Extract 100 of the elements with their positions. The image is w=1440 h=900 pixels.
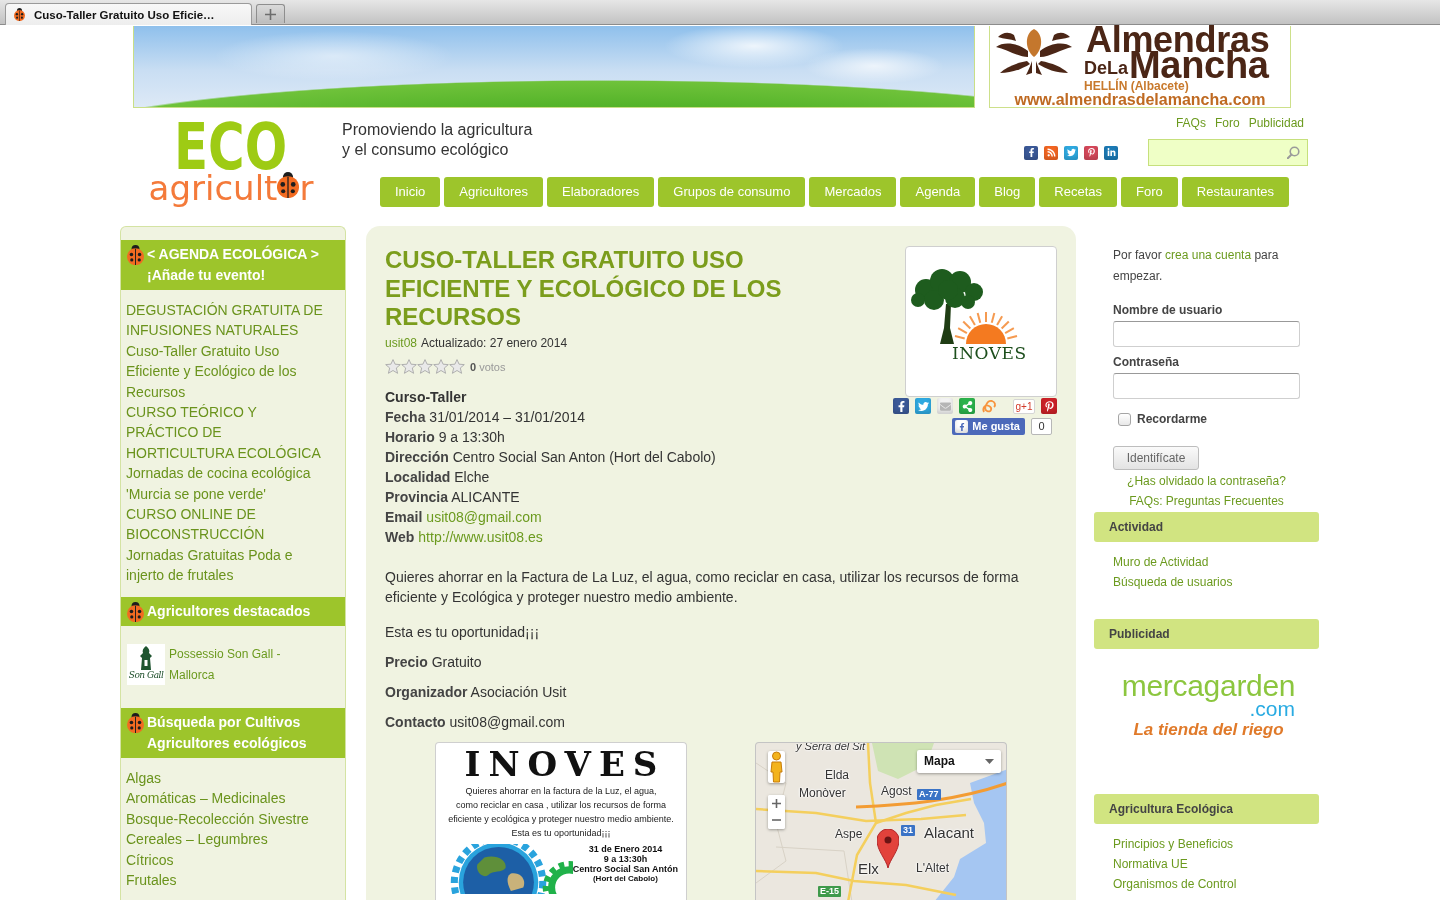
ad-brand-name: Almendras <box>1086 27 1270 52</box>
sidebar-link[interactable]: Principios y Beneficios <box>1113 834 1234 854</box>
sidebar-link[interactable]: Cítricos <box>126 849 330 870</box>
facebook-icon[interactable] <box>893 398 909 414</box>
caret-icon <box>985 758 994 764</box>
sidebar-link[interactable]: Jornadas de cocina ecológica 'Murcia se pone verde' <box>126 463 330 505</box>
ad-brand-name: Mancha <box>1129 52 1269 78</box>
nav-button[interactable]: Restaurantes <box>1181 177 1290 207</box>
top-link[interactable]: FAQs <box>1175 115 1206 131</box>
poster-text: Quieres ahorrar en la factura de la Luz, el agua, <box>465 784 657 798</box>
sidebar-link[interactable]: Algas <box>126 767 330 789</box>
tagline: Promoviendo la agricultura <box>342 120 533 140</box>
pinterest-icon[interactable] <box>1041 398 1057 414</box>
help-link[interactable]: ¿Has olvidado la contraseña? <box>1113 471 1300 491</box>
sidebar-link[interactable]: Jornadas Gratuitas Poda e injerto de frutales <box>126 544 330 586</box>
widget-header: Publicidad <box>1094 619 1319 649</box>
logo-text: ECO <box>174 122 288 172</box>
zoom-in-button[interactable] <box>768 794 785 812</box>
place-label: Monòver <box>799 785 846 800</box>
poster-event-info: (Hort del Cabolo) <box>592 873 658 884</box>
farm-link[interactable]: Possessio Son Gall - Mallorca <box>169 643 289 686</box>
sidebar-link[interactable]: DEGUSTACIÓN GRATUITA DE INFUSIONES NATURALES <box>126 300 330 341</box>
pinterest-icon[interactable] <box>1084 145 1098 160</box>
pegman-icon <box>770 750 783 783</box>
nav-button[interactable]: Blog <box>979 177 1036 207</box>
place-label: Alacant <box>924 824 975 841</box>
poster-event-info: Centro Social San Antón <box>572 863 678 874</box>
nav-button[interactable]: Inicio <box>380 177 441 207</box>
nav-button[interactable]: Elaboradores <box>547 177 655 207</box>
star-icon <box>433 359 449 374</box>
minus-icon <box>772 819 781 821</box>
nav-button[interactable]: Agricultores <box>444 177 543 207</box>
logo-text: agricult <box>148 170 278 206</box>
detail-link[interactable]: usit08@gmail.com <box>426 506 542 527</box>
field-label: Nombre de usuario <box>1113 302 1224 318</box>
sidebar-link[interactable]: Cereales – Legumbres <box>126 829 330 850</box>
twitter-icon[interactable] <box>1064 145 1078 160</box>
help-link[interactable]: FAQs: Preguntas Frecuentes <box>1113 491 1300 511</box>
detail-label: Web <box>385 527 415 547</box>
nav-button[interactable]: Foro <box>1121 177 1178 207</box>
sidebar-link[interactable]: CURSO ONLINE DE BIOCONSTRUCCIÓN <box>126 504 330 545</box>
sidebar-link[interactable]: Frutales <box>126 869 330 891</box>
sidebar-link[interactable]: Bosque-Recolección Sivestre <box>126 808 330 830</box>
login-prompt: Por favor crea una cuenta para empezar. <box>1113 247 1280 285</box>
new-tab-button[interactable] <box>256 4 285 23</box>
twitter-icon[interactable] <box>915 398 931 414</box>
poster-text: Esta es tu oportunidad¡¡¡ <box>511 826 611 840</box>
top-link[interactable]: Publicidad <box>1248 115 1304 131</box>
search-icon <box>1287 146 1300 159</box>
author-link[interactable]: usit08 <box>385 334 418 351</box>
logo-text: r <box>299 170 314 206</box>
detail-label: Email <box>385 507 423 527</box>
poster-text: como reciclar en casa , utilizar los recursos de forma <box>455 798 667 812</box>
ad-location: HELLÍN (Albacete) <box>1084 80 1189 92</box>
poster-event-info: 9 a 13:30h <box>603 853 648 864</box>
section-title: Agricultores destacados <box>147 601 311 621</box>
sidebar-link[interactable]: CURSO TEÓRICO Y PRÁCTICO DE HORTICULTURA ECOLÓGICA <box>126 402 330 464</box>
nav-button[interactable]: Grupos de consumo <box>658 177 806 207</box>
username-field[interactable] <box>1113 321 1300 347</box>
plus-icon <box>265 8 276 20</box>
password-field[interactable] <box>1113 373 1300 399</box>
map-type-select[interactable]: Mapa <box>917 749 1001 773</box>
logo-text: INOVES <box>952 344 1027 362</box>
street-view-control[interactable] <box>768 750 785 783</box>
share-icon[interactable] <box>959 398 975 414</box>
linkedin-icon[interactable] <box>1104 145 1118 160</box>
nav-button[interactable]: Mercados <box>809 177 897 207</box>
top-link[interactable]: Foro <box>1214 115 1240 131</box>
search-field[interactable] <box>1148 139 1308 166</box>
ladybug-icon <box>127 245 144 266</box>
sidebar-link[interactable]: Organismos de Control <box>1113 874 1237 894</box>
nav-button[interactable]: Agenda <box>900 177 976 207</box>
star-rating[interactable] <box>385 359 465 374</box>
updated-date: Actualizado: 27 enero 2014 <box>421 334 568 351</box>
zoom-out-button[interactable] <box>768 811 785 829</box>
plus-icon <box>772 798 781 808</box>
body-paragraph: Contacto usit08@gmail.com <box>385 712 566 732</box>
create-account-link[interactable]: crea una cuenta <box>1165 248 1252 262</box>
sidebar-link[interactable]: Muro de Actividad <box>1113 552 1209 572</box>
nav-button[interactable]: Recetas <box>1039 177 1118 207</box>
detail-line: Dirección Centro Social San Anton (Hort del Cabolo) <box>385 447 717 467</box>
sidebar-link[interactable]: Normativa UE <box>1113 854 1188 874</box>
rss-icon[interactable] <box>1044 145 1058 160</box>
browser-tab[interactable]: Cuso-Taller Gratuito Uso Eficie… <box>5 3 252 25</box>
sidebar-link[interactable]: Cuso-Taller Gratuito Uso Eficiente y Ecológico de los Recursos <box>126 340 330 403</box>
sidebar-link[interactable]: Aromáticas – Medicinales <box>126 788 330 809</box>
ad-brand-name: DeLa <box>1084 59 1128 77</box>
body-paragraph: Quieres ahorrar en la Factura de La Luz, el agua, como reciclar en casa, utilizar los recursos de forma eficiente y Ecológica y proteger nuestro medio ambiente. <box>385 567 1020 607</box>
poster-event-info: 31 de Enero 2014 <box>588 843 663 854</box>
place-label: y Serra del Sit <box>796 742 866 753</box>
detail-line: Horario 9 a 13:30h <box>385 427 506 447</box>
facebook-icon[interactable] <box>1024 145 1038 160</box>
ladybug-icon <box>277 171 300 198</box>
login-button[interactable]: Identifícate <box>1113 446 1199 470</box>
sidebar-link[interactable]: Búsqueda de usuarios <box>1113 572 1233 592</box>
google-plus-button[interactable]: g+1 <box>1013 398 1035 414</box>
like-button[interactable]: Me gusta <box>952 418 1025 435</box>
remember-checkbox[interactable] <box>1118 412 1131 426</box>
email-icon[interactable] <box>937 398 953 414</box>
detail-link[interactable]: http://www.usit08.es <box>418 526 543 547</box>
